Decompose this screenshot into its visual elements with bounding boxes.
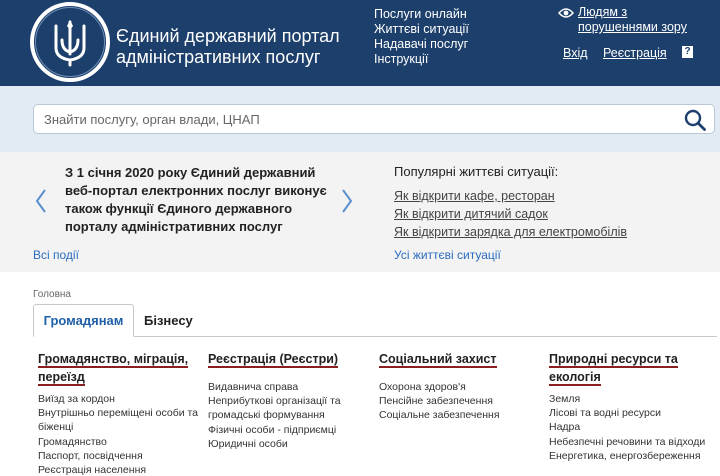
category-item[interactable]: Юридичні особи [208,437,370,451]
category-title[interactable]: Громадянство, міграція, переїзд [38,352,189,386]
search-box [33,104,715,134]
category-item[interactable]: Земля [549,392,711,406]
search-input[interactable] [44,105,664,133]
category-column-social: Соціальний захист Охорона здоров'я Пенсі… [379,350,541,423]
category-title[interactable]: Реєстрація (Реєстри) [208,352,339,368]
popular-situations-list: Як відкрити кафе, ресторан Як відкрити д… [394,187,627,241]
nav-providers[interactable]: Надавачі послуг [374,37,469,52]
popular-item[interactable]: Як відкрити зарядка для електромобілів [394,223,627,241]
all-events-link[interactable]: Всі події [33,248,79,262]
accessibility-link-group: Людям з порушеннями зору [558,5,710,35]
top-nav: Послуги онлайн Життєві ситуації Надавачі… [374,7,469,67]
category-column-migration: Громадянство, міграція, переїзд Виїзд за… [38,350,200,476]
category-item[interactable]: Реєстрація населення [38,463,200,476]
tab-business[interactable]: Бізнесу [144,304,193,337]
popular-item[interactable]: Як відкрити кафе, ресторан [394,187,627,205]
category-item[interactable]: Виїзд за кордон [38,392,200,406]
category-item[interactable]: Неприбуткові організації та громадські ф… [208,394,370,422]
tabs-divider [33,336,717,337]
popular-item[interactable]: Як відкрити дитячий садок [394,205,627,223]
chevron-left-icon[interactable] [34,188,48,214]
news-text-lead: З 1 січня 2020 року [65,165,188,180]
search-icon[interactable] [684,109,706,131]
category-item[interactable]: Лісові та водні ресурси [549,406,711,420]
category-item[interactable]: Фізичні особи - підприємці [208,423,370,437]
nav-services-online[interactable]: Послуги онлайн [374,7,469,22]
news-band: З 1 січня 2020 року Єдиний державний веб… [0,152,720,272]
site-header: Єдиний державний портал адміністративних… [0,0,720,86]
category-item[interactable]: Паспорт, посвідчення [38,449,200,463]
help-icon[interactable]: ? [682,46,693,58]
tab-citizens[interactable]: Громадянам [33,304,134,337]
category-item[interactable]: Видавнича справа [208,380,370,394]
trident-emblem-icon[interactable] [50,18,90,68]
eye-icon [558,8,574,18]
category-item[interactable]: Пенсійне забезпечення [379,394,541,408]
accessibility-link[interactable]: Людям з порушеннями зору [560,5,710,35]
category-item[interactable]: Енергетика, енергозбереження [549,449,711,463]
popular-situations-title: Популярні життєві ситуації: [394,164,559,179]
login-link[interactable]: Вхід [563,46,588,60]
nav-instructions[interactable]: Інструкції [374,52,469,67]
all-situations-link[interactable]: Усі життєві ситуації [394,248,501,262]
category-item[interactable]: Соціальне забезпечення [379,408,541,422]
register-link[interactable]: Реєстрація [603,46,667,60]
category-column-registries: Реєстрація (Реєстри) Видавнича справа Не… [208,350,370,451]
portal-title[interactable]: Єдиний державний портал адміністративних… [116,26,346,68]
nav-life-situations[interactable]: Життєві ситуації [374,22,469,37]
category-item[interactable]: Охорона здоров'я [379,380,541,394]
news-text[interactable]: З 1 січня 2020 року Єдиний державний веб… [65,164,330,236]
search-band [0,86,720,152]
category-item[interactable]: Громадянство [38,435,200,449]
category-item[interactable]: Внутрішньо переміщені особи та біженці [38,406,200,434]
category-column-ecology: Природні ресурси та екологія Земля Лісов… [549,350,711,463]
category-title[interactable]: Соціальний захист [379,352,497,368]
category-title[interactable]: Природні ресурси та екологія [549,352,678,386]
category-item[interactable]: Небезпечні речовини та відходи [549,435,711,449]
category-item[interactable]: Надра [549,420,711,434]
chevron-right-icon[interactable] [340,188,354,214]
breadcrumb[interactable]: Головна [33,289,71,300]
